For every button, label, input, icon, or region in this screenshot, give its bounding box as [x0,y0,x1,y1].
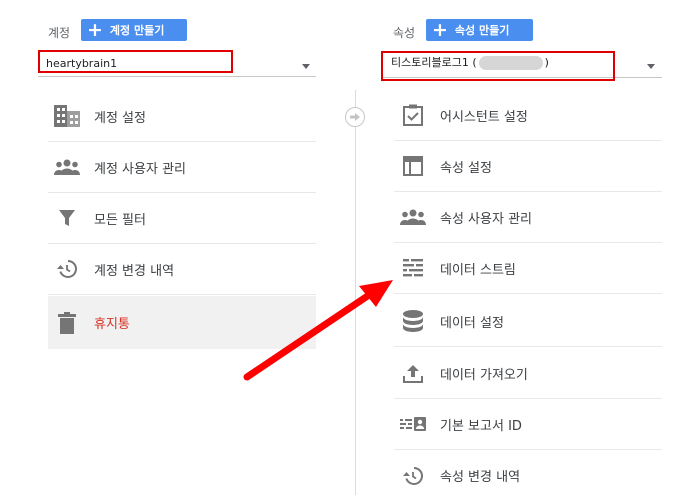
annotation-arrow [243,280,393,381]
